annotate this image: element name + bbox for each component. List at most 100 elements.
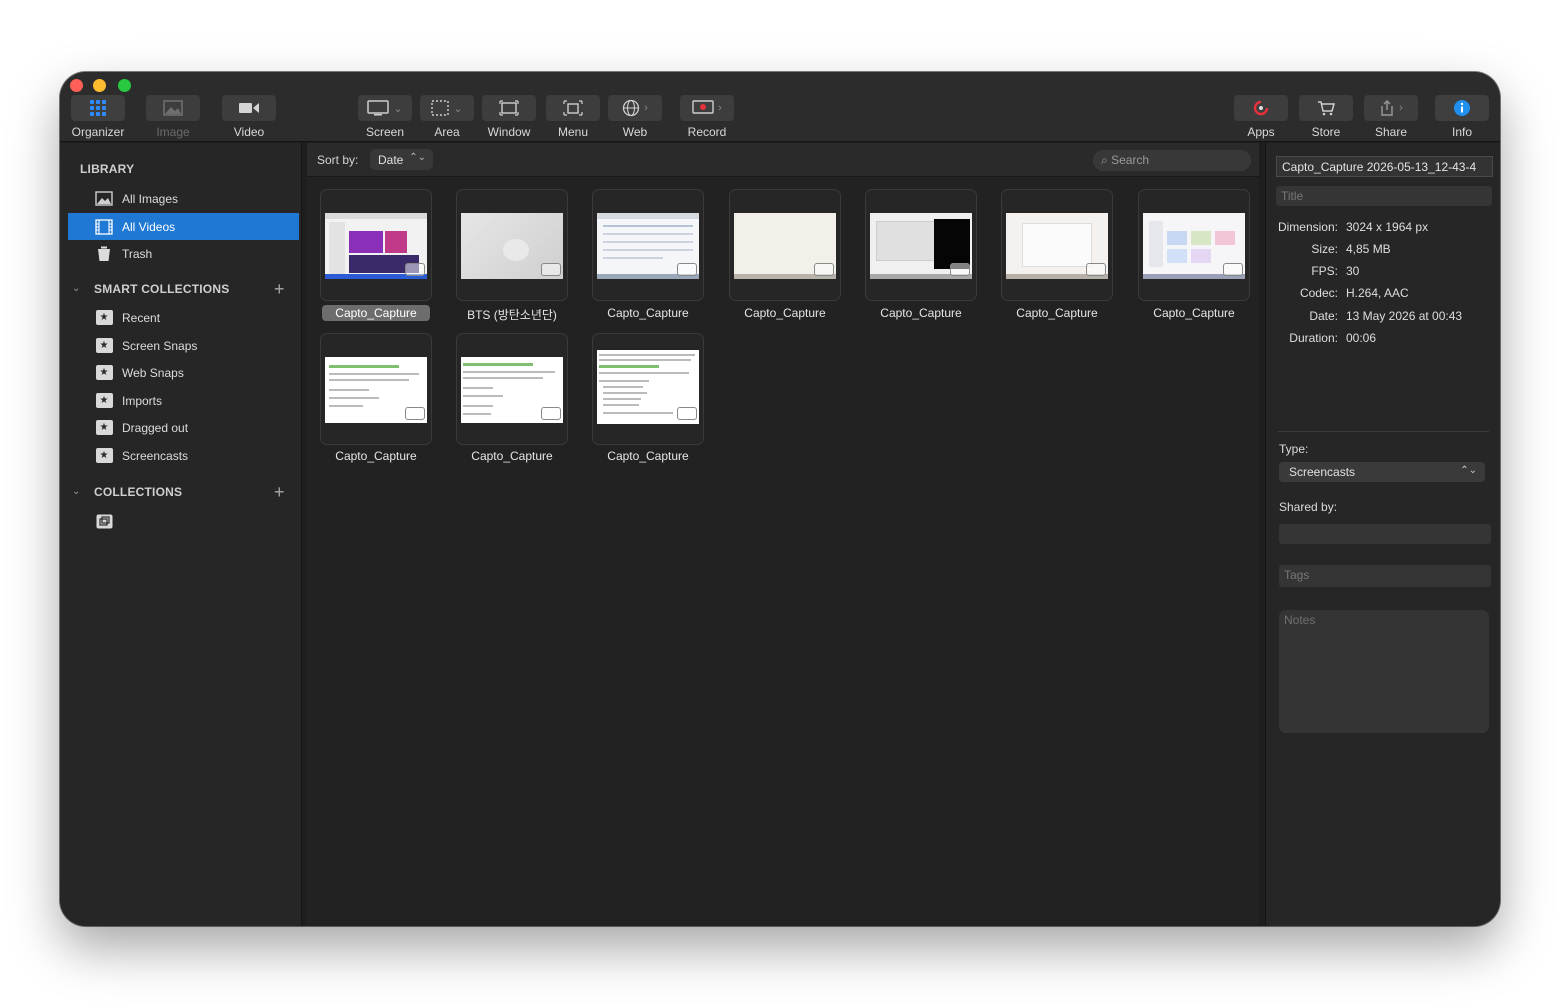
video-thumbnail[interactable] <box>729 189 841 301</box>
thumbnail-label: Capto_Capture <box>471 449 553 463</box>
organizer-button[interactable]: Organizer <box>69 95 127 139</box>
sort-bar: Sort by: Date ⌃⌄ ⌕ Search <box>307 143 1259 177</box>
sidebar-item-all-videos[interactable]: All Videos <box>68 213 299 240</box>
image-icon <box>146 95 200 121</box>
shared-by-field[interactable] <box>1279 524 1491 544</box>
film-icon <box>95 218 113 235</box>
type-label: Type: <box>1279 442 1309 456</box>
share-button[interactable]: › Share <box>1364 95 1418 139</box>
video-thumbnail[interactable] <box>1001 189 1113 301</box>
info-button[interactable]: Info <box>1435 95 1489 139</box>
thumbnail-label: Capto_Capture <box>335 449 417 463</box>
sidebar-item-label: Screencasts <box>122 448 189 463</box>
meta-key: Duration: <box>1289 331 1338 345</box>
close-window-button[interactable] <box>70 79 83 92</box>
meta-value: H.264, AAC <box>1346 286 1409 300</box>
video-camera-icon <box>1223 263 1243 276</box>
search-placeholder: Search <box>1111 153 1150 167</box>
meta-date: Date: 13 May 2026 at 00:43 <box>1266 309 1500 325</box>
organizer-label: Organizer <box>71 125 125 139</box>
sidebar-item-screen-snaps[interactable]: ★ Screen Snaps <box>68 332 299 359</box>
sidebar: LIBRARY All Images All Videos Trash ⌄ SM… <box>60 143 302 926</box>
star-folder-icon: ★ <box>95 365 113 381</box>
sidebar-item-web-snaps[interactable]: ★ Web Snaps <box>68 359 299 386</box>
meta-codec: Codec: H.264, AAC <box>1266 286 1500 302</box>
star-folder-icon: ★ <box>95 448 113 464</box>
sidebar-item-trash[interactable]: Trash <box>68 240 299 267</box>
shared-by-label: Shared by: <box>1279 500 1338 514</box>
video-thumbnail[interactable] <box>320 189 432 301</box>
area-capture-button[interactable]: ⌄ Area <box>420 95 474 139</box>
add-collection-button[interactable]: + <box>274 483 285 501</box>
video-label: Video <box>233 125 265 139</box>
record-button[interactable]: › Record <box>680 95 734 139</box>
app-window: Organizer Image Video ⌄ Screen ⌄ Area Wi… <box>60 72 1500 926</box>
sidebar-item-imports[interactable]: ★ Imports <box>68 387 299 414</box>
meta-value: 3024 x 1964 px <box>1346 220 1429 234</box>
video-thumbnail[interactable] <box>592 189 704 301</box>
video-thumbnail[interactable] <box>592 333 704 445</box>
chevron-right-icon: › <box>644 102 648 114</box>
store-button[interactable]: Store <box>1299 95 1353 139</box>
video-camera-icon <box>677 407 697 420</box>
video-button[interactable]: Video <box>222 95 276 139</box>
collections-header: COLLECTIONS <box>94 485 183 499</box>
filename-field[interactable]: Capto_Capture 2026-05-13_12-43-4 <box>1276 156 1493 177</box>
minimize-window-button[interactable] <box>93 79 106 92</box>
video-thumbnail[interactable] <box>456 333 568 445</box>
image-label: Image <box>156 125 190 139</box>
store-label: Store <box>1311 125 1341 139</box>
chevron-down-icon[interactable]: ⌄ <box>72 486 80 497</box>
video-thumbnail[interactable] <box>320 333 432 445</box>
updown-chevron-icon: ⌃⌄ <box>1460 465 1477 476</box>
chevron-down-icon[interactable]: ⌄ <box>72 283 80 294</box>
notes-field[interactable]: Notes <box>1279 610 1489 733</box>
meta-key: Size: <box>1311 242 1338 256</box>
grid-icon <box>71 95 125 121</box>
updown-chevron-icon: ⌃⌄ <box>409 152 426 163</box>
star-folder-icon: ★ <box>95 393 113 409</box>
sidebar-item-recent[interactable]: ★ Recent <box>68 304 299 331</box>
meta-value: 13 May 2026 at 00:43 <box>1346 309 1463 323</box>
star-folder-icon: ★ <box>95 310 113 326</box>
video-thumbnail[interactable] <box>1138 189 1250 301</box>
divider <box>1278 431 1489 432</box>
collection-folder-icon <box>95 514 113 530</box>
sidebar-item-label: Web Snaps <box>122 365 184 380</box>
cart-icon <box>1299 95 1353 121</box>
thumbnail-label: Capto_Capture <box>308 305 444 321</box>
thumbnail-label: Capto_Capture <box>1016 306 1098 320</box>
image-button[interactable]: Image <box>146 95 200 139</box>
toolbar: Organizer Image Video ⌄ Screen ⌄ Area Wi… <box>60 72 1500 142</box>
sidebar-item-all-images[interactable]: All Images <box>68 185 299 212</box>
web-capture-button[interactable]: › Web <box>608 95 662 139</box>
thumbnail-label: Capto_Capture <box>1153 306 1235 320</box>
menu-capture-button[interactable]: Menu <box>546 95 600 139</box>
sidebar-item-screencasts[interactable]: ★ Screencasts <box>68 442 299 469</box>
window-icon <box>482 95 536 121</box>
sort-select[interactable]: Date ⌃⌄ <box>370 149 433 170</box>
title-field[interactable]: Title <box>1276 186 1492 206</box>
zoom-window-button[interactable] <box>118 79 131 92</box>
meta-key: Date: <box>1309 309 1338 323</box>
sidebar-item-collection[interactable] <box>68 508 299 535</box>
thumbnail-label: Capto_Capture <box>744 306 826 320</box>
window-capture-button[interactable]: Window <box>482 95 536 139</box>
search-input[interactable]: ⌕ Search <box>1093 150 1251 171</box>
meta-duration: Duration: 00:06 <box>1266 331 1500 347</box>
apps-button[interactable]: Apps <box>1234 95 1288 139</box>
sidebar-item-dragged-out[interactable]: ★ Dragged out <box>68 414 299 441</box>
screen-capture-button[interactable]: ⌄ Screen <box>358 95 412 139</box>
area-select-icon: ⌄ <box>420 95 474 121</box>
add-smart-collection-button[interactable]: + <box>274 280 285 298</box>
thumbnail-label: Capto_Capture <box>607 449 689 463</box>
type-select[interactable]: Screencasts ⌃⌄ <box>1279 462 1485 482</box>
globe-icon: › <box>608 95 662 121</box>
video-thumbnail[interactable] <box>456 189 568 301</box>
chevron-down-icon: ⌄ <box>393 102 403 115</box>
info-label: Info <box>1451 125 1472 139</box>
tags-field[interactable]: Tags <box>1279 565 1491 587</box>
video-thumbnail[interactable] <box>865 189 977 301</box>
meta-size: Size: 4,85 MB <box>1266 242 1500 258</box>
sort-label: Sort by: <box>317 153 359 167</box>
